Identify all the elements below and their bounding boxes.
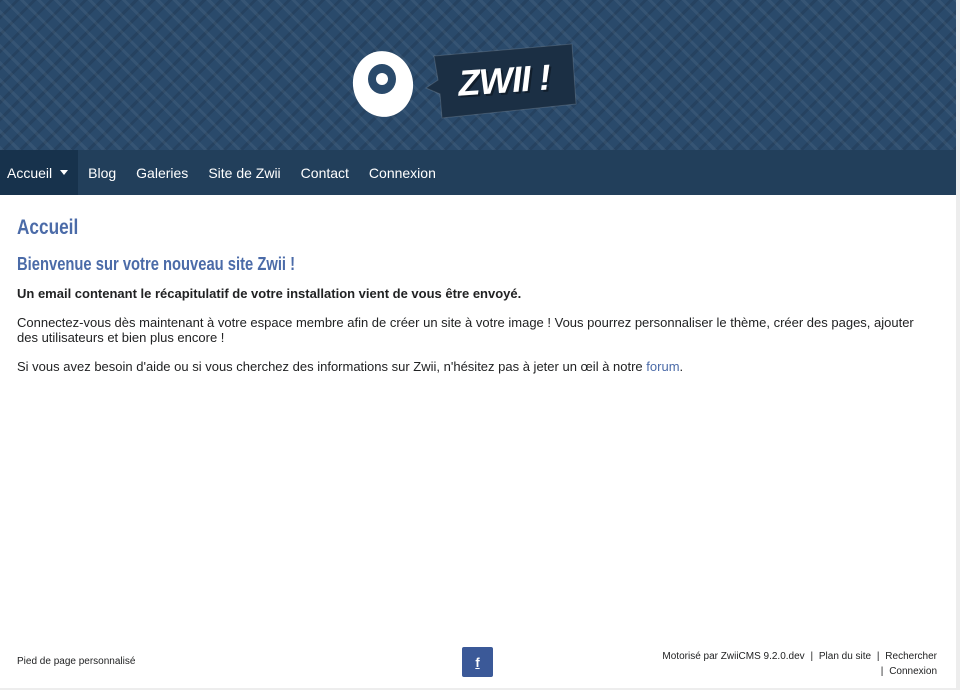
footer-separator: |	[880, 666, 884, 677]
nav-item-contact[interactable]: Contact	[291, 150, 359, 195]
nav-item-connexion[interactable]: Connexion	[359, 150, 446, 195]
help-text-end: .	[679, 359, 684, 374]
footer-login-link[interactable]: Connexion	[889, 666, 937, 677]
forum-link[interactable]: forum	[646, 359, 679, 374]
page: ZWII ! Accueil Blog Galeries Site de Zwi…	[0, 0, 956, 688]
main-nav: Accueil Blog Galeries Site de Zwii Conta…	[0, 150, 956, 195]
nav-item-label: Accueil	[7, 164, 53, 181]
email-notice: Un email contenant le récapitulatif de v…	[17, 286, 522, 301]
page-title: Accueil	[17, 216, 79, 239]
nav-item-accueil[interactable]: Accueil	[0, 150, 79, 195]
nav-item-label: Blog	[88, 164, 117, 181]
header-banner: ZWII !	[0, 0, 956, 150]
facebook-icon[interactable]: f	[462, 647, 493, 677]
nav-item-label: Contact	[300, 164, 349, 181]
powered-by-text: Motorisé par ZwiiCMS 9.2.0.dev	[662, 651, 805, 662]
nav-item-site-de-zwii[interactable]: Site de Zwii	[198, 150, 290, 195]
nav-item-label: Galeries	[136, 164, 189, 181]
site-logo[interactable]: ZWII !	[350, 42, 580, 122]
footer-links: Motorisé par ZwiiCMS 9.2.0.dev | Plan du…	[662, 649, 937, 679]
footer-separator: |	[876, 651, 880, 662]
search-link[interactable]: Rechercher	[885, 651, 937, 662]
facebook-glyph: f	[475, 654, 480, 670]
nav-item-label: Site de Zwii	[208, 164, 281, 181]
logo-text: ZWII !	[456, 56, 552, 104]
main-content: Accueil Bienvenue sur votre nouveau site…	[17, 214, 937, 388]
intro-paragraph: Connectez-vous dès maintenant à votre es…	[17, 315, 914, 345]
nav-item-label: Connexion	[368, 164, 436, 181]
logo-eye-icon	[352, 51, 414, 117]
nav-item-galeries[interactable]: Galeries	[126, 150, 198, 195]
footer-text: Pied de page personnalisé	[17, 656, 136, 667]
sitemap-link[interactable]: Plan du site	[819, 651, 871, 662]
caret-down-icon	[60, 170, 69, 175]
nav-item-blog[interactable]: Blog	[78, 150, 126, 195]
help-paragraph: Si vous avez besoin d'aide ou si vous ch…	[17, 359, 937, 374]
footer-line-2: | Connexion	[662, 664, 937, 679]
footer-line-1: Motorisé par ZwiiCMS 9.2.0.dev | Plan du…	[662, 649, 937, 664]
footer-separator: |	[810, 651, 814, 662]
welcome-heading: Bienvenue sur votre nouveau site Zwii !	[17, 254, 296, 274]
help-text: Si vous avez besoin d'aide ou si vous ch…	[17, 359, 643, 374]
